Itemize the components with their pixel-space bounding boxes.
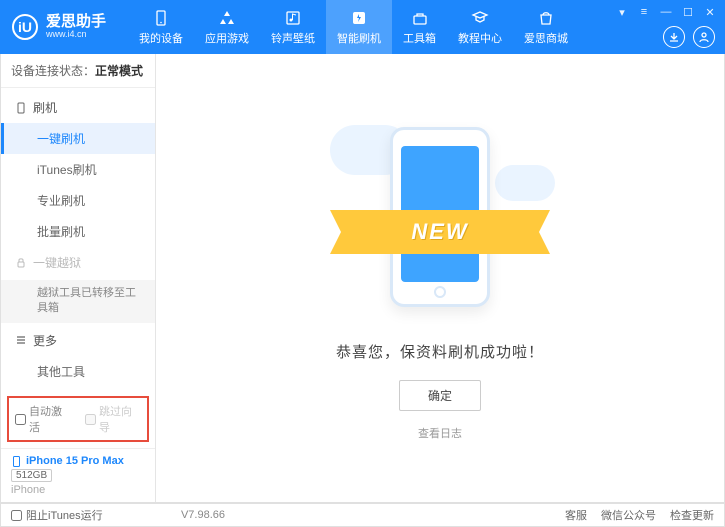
device-info: iPhone 15 Pro Max 512GB iPhone	[1, 448, 155, 502]
connection-status: 设备连接状态：正常模式	[1, 54, 155, 88]
phone-icon	[15, 102, 27, 114]
lock-icon	[15, 257, 27, 269]
maximize-icon[interactable]: ☐	[681, 6, 695, 19]
flash-icon	[350, 9, 368, 27]
auto-activate-checkbox[interactable]: 自动激活	[15, 403, 71, 435]
main-content: NEW 恭喜您，保资料刷机成功啦！ 确定 查看日志	[156, 54, 724, 502]
sidebar: 设备连接状态：正常模式 刷机 一键刷机 iTunes刷机 专业刷机 批量刷机 一…	[1, 54, 156, 502]
device-type: iPhone	[11, 484, 145, 496]
view-log-link[interactable]: 查看日志	[418, 425, 462, 441]
menu-oneclick-flash[interactable]: 一键刷机	[1, 123, 155, 154]
apps-icon	[218, 9, 236, 27]
block-itunes-checkbox[interactable]: 阻止iTunes运行	[11, 507, 103, 523]
device-name[interactable]: iPhone 15 Pro Max	[11, 455, 145, 467]
menu-flash-group[interactable]: 刷机	[1, 92, 155, 123]
options-row: 自动激活 跳过向导	[7, 396, 149, 442]
settings-icon[interactable]: ≡	[637, 6, 651, 19]
footer-update[interactable]: 检查更新	[670, 507, 714, 523]
phone-icon	[11, 456, 22, 467]
download-button[interactable]	[663, 26, 685, 48]
minimize-icon[interactable]: —	[659, 6, 673, 19]
skip-guide-checkbox[interactable]: 跳过向导	[85, 403, 141, 435]
menu-jailbreak-group: 一键越狱	[1, 247, 155, 278]
main-nav: 我的设备 应用游戏 铃声壁纸 智能刷机 工具箱 教程中心 爱思商城	[128, 0, 579, 54]
device-icon	[152, 9, 170, 27]
nav-toolbox[interactable]: 工具箱	[392, 0, 447, 54]
menu-pro-flash[interactable]: 专业刷机	[1, 185, 155, 216]
app-header: iU 爱思助手 www.i4.cn 我的设备 应用游戏 铃声壁纸 智能刷机 工具…	[0, 0, 725, 54]
nav-apps[interactable]: 应用游戏	[194, 0, 260, 54]
footer-support[interactable]: 客服	[565, 507, 587, 523]
success-message: 恭喜您，保资料刷机成功啦！	[336, 341, 544, 362]
footer-wechat[interactable]: 微信公众号	[601, 507, 656, 523]
footer: 阻止iTunes运行 V7.98.66 客服 微信公众号 检查更新	[0, 503, 725, 527]
nav-my-device[interactable]: 我的设备	[128, 0, 194, 54]
media-icon	[284, 9, 302, 27]
window-controls: ▾ ≡ — ☐ ✕	[615, 6, 717, 19]
app-title: 爱思助手	[46, 14, 106, 29]
menu-icon[interactable]: ▾	[615, 6, 629, 19]
nav-smart-flash[interactable]: 智能刷机	[326, 0, 392, 54]
menu-more-group[interactable]: 更多	[1, 325, 155, 356]
confirm-button[interactable]: 确定	[399, 380, 481, 411]
menu-itunes-flash[interactable]: iTunes刷机	[1, 154, 155, 185]
menu-download-firmware[interactable]: 下载固件	[1, 387, 155, 390]
close-icon[interactable]: ✕	[703, 6, 717, 19]
list-icon	[15, 334, 27, 346]
nav-ringtones[interactable]: 铃声壁纸	[260, 0, 326, 54]
new-ribbon: NEW	[330, 210, 550, 254]
menu-batch-flash[interactable]: 批量刷机	[1, 216, 155, 247]
tutorial-icon	[471, 9, 489, 27]
jailbreak-info: 越狱工具已转移至工具箱	[1, 280, 155, 323]
version-label: V7.98.66	[181, 509, 225, 521]
user-button[interactable]	[693, 26, 715, 48]
toolbox-icon	[411, 9, 429, 27]
menu-other-tools[interactable]: 其他工具	[1, 356, 155, 387]
store-icon	[537, 9, 555, 27]
success-illustration: NEW	[350, 115, 530, 325]
device-storage: 512GB	[11, 469, 52, 482]
app-subtitle: www.i4.cn	[46, 29, 106, 40]
logo-section: iU 爱思助手 www.i4.cn	[0, 14, 118, 40]
nav-store[interactable]: 爱思商城	[513, 0, 579, 54]
logo-icon: iU	[12, 14, 38, 40]
nav-tutorials[interactable]: 教程中心	[447, 0, 513, 54]
